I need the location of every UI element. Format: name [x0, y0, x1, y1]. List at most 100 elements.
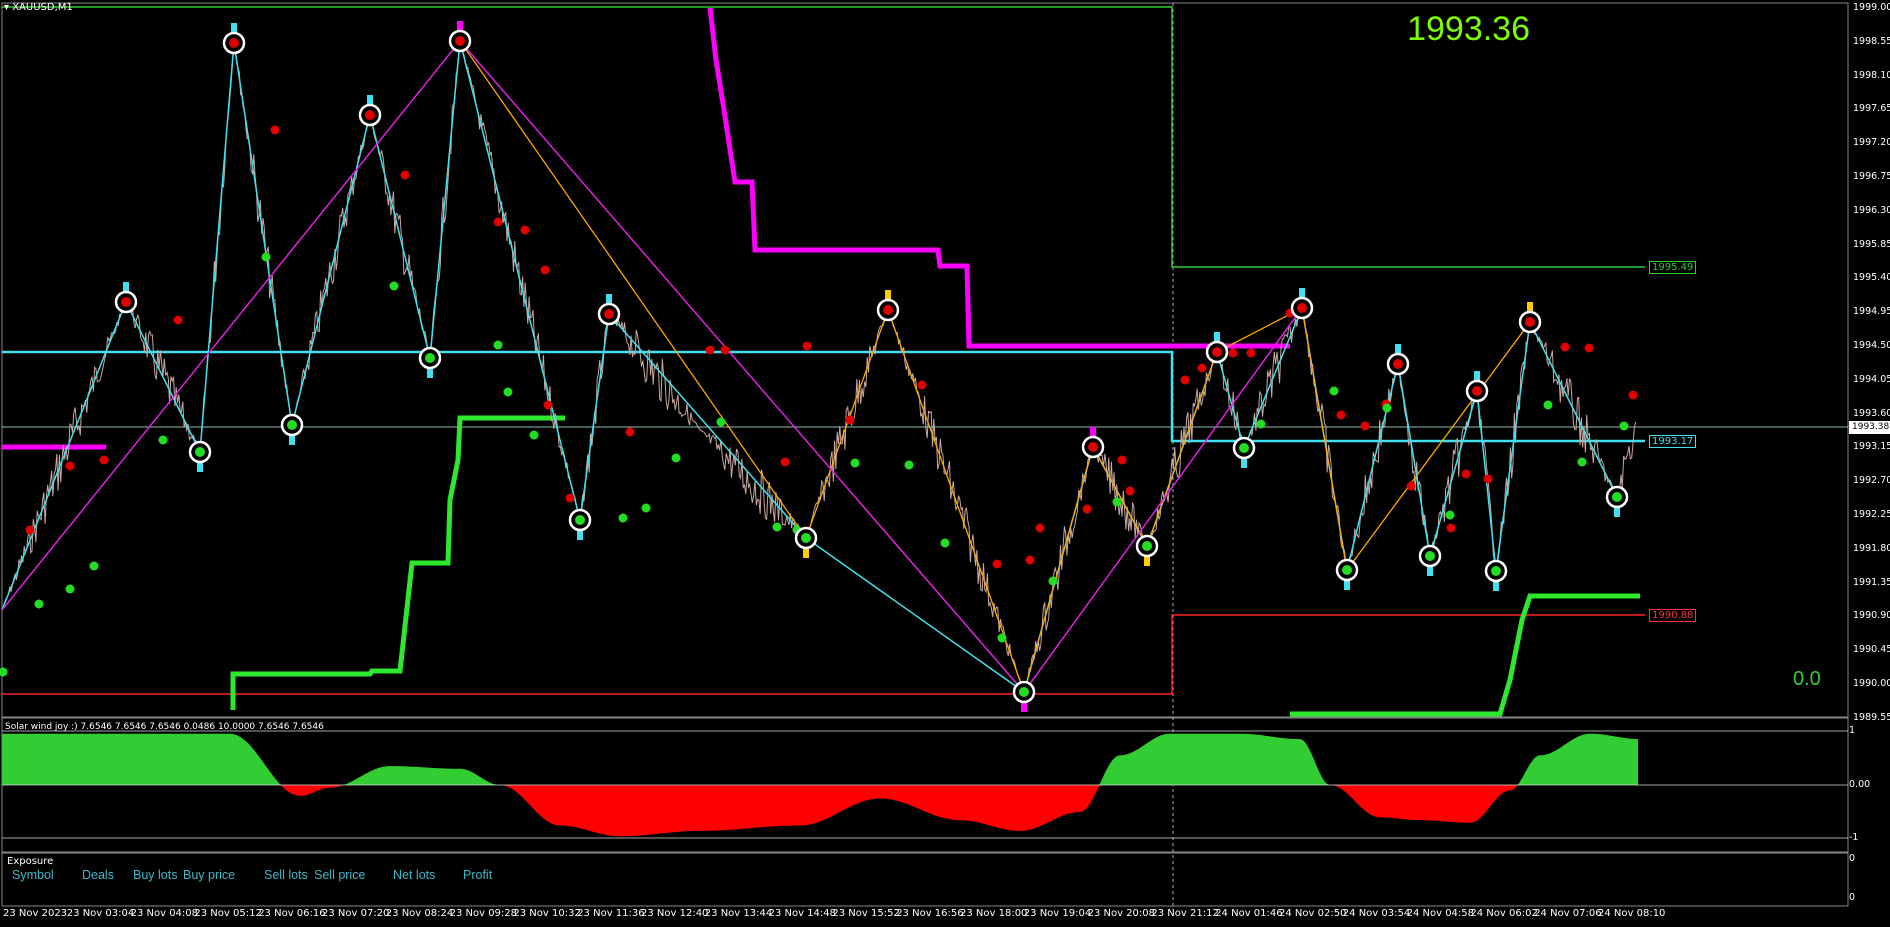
time-axis-label: 23 Nov 20:08: [1087, 908, 1156, 919]
time-axis-label: 24 Nov 04:58: [1406, 908, 1475, 919]
time-axis-label: 23 Nov 08:24: [385, 908, 454, 919]
swing-low-dot: [529, 430, 539, 440]
swing-low-dot: [772, 522, 782, 532]
swing-high-dot: [1082, 504, 1092, 514]
pivot-high-marker: [358, 95, 382, 127]
price-axis-label: 1999.00: [1853, 2, 1890, 13]
price-axis-label: 1993.15: [1853, 441, 1890, 453]
magenta-step-line: [707, 7, 1290, 349]
swing-low-dot: [0, 667, 8, 677]
time-axis-label: 23 Nov 21:12: [1151, 908, 1219, 919]
swing-high-dot: [520, 225, 530, 235]
price-chart[interactable]: [0, 0, 1890, 927]
pivot-low-marker: [418, 346, 442, 378]
swing-low-dot: [1256, 419, 1266, 429]
swing-high-dot: [540, 265, 550, 275]
swing-high-dot: [992, 559, 1002, 569]
swing-low-dot: [850, 458, 860, 468]
pivot-high-marker: [597, 294, 621, 326]
swing-high-dot: [917, 380, 927, 390]
exposure-col-sell-price: Sell price: [314, 868, 366, 882]
pivot-high-marker: [448, 21, 472, 53]
swing-high-dot: [65, 461, 75, 471]
swing-low-dot: [1048, 576, 1058, 586]
swing-high-dot: [173, 315, 183, 325]
price-axis-label: 1994.50: [1853, 340, 1890, 351]
price-axis-label: 1989.55: [1853, 711, 1890, 723]
pivot-low-marker: [1418, 544, 1442, 576]
price-axis-label: 1995.85: [1853, 238, 1890, 250]
swing-high-dot: [1360, 421, 1370, 431]
swing-high-dot: [1336, 410, 1346, 420]
price-axis-label: 1992.25: [1853, 509, 1890, 520]
pivot-high-marker: [1290, 288, 1314, 320]
time-axis-label: 23 Nov 04:08: [130, 908, 199, 919]
main-panel-border: [1, 2, 1849, 718]
swing-high-dot: [1461, 469, 1471, 479]
swing-low-dot: [389, 281, 399, 291]
exposure-axis-bottom: 0: [1849, 892, 1856, 903]
pivot-high-marker: [222, 23, 246, 55]
price-axis-label: 1992.70: [1853, 475, 1890, 487]
swing-high-dot: [25, 525, 35, 535]
pivot-high-marker: [1465, 371, 1489, 403]
price-axis-label: 1990.00: [1853, 678, 1890, 689]
exposure-col-buy-lots: Buy lots: [133, 868, 178, 882]
time-axis-label: 23 Nov 05:12: [194, 908, 262, 919]
swing-high-dot: [565, 493, 575, 503]
price-axis-label: 1995.40: [1853, 272, 1890, 284]
pivot-low-marker: [1232, 436, 1256, 468]
current-price-display: 1993.36: [1407, 10, 1530, 48]
time-axis-label: 23 Nov 15:52: [832, 908, 900, 919]
exposure-col-net-lots: Net lots: [393, 868, 436, 882]
price-axis-label: 1997.20: [1853, 137, 1890, 149]
osc-axis-top: 1: [1849, 725, 1856, 736]
pivot-low-marker: [1012, 680, 1036, 712]
exposure-col-buy-price: Buy price: [183, 868, 236, 882]
swing-high-dot: [1483, 474, 1493, 484]
swing-high-dot: [543, 400, 553, 410]
red-level-tag: 1990.88: [1649, 609, 1697, 622]
swing-high-dot: [1628, 390, 1638, 400]
swing-low-dot: [940, 538, 950, 548]
swing-low-dot: [997, 633, 1007, 643]
pivot-high-marker: [114, 282, 138, 314]
zigzag-cyan: [1, 40, 1618, 694]
oscillator-negative-area: [2, 785, 1638, 837]
price-axis-label: 1993.60: [1853, 407, 1890, 419]
pivot-low-marker: [1335, 558, 1359, 590]
indicator-value-display: 0.0: [1793, 668, 1821, 690]
time-axis-label: 24 Nov 06:02: [1470, 908, 1538, 919]
swing-low-dot: [618, 513, 628, 523]
time-axis-label: 23 Nov 06:16: [258, 908, 326, 919]
pivot-high-marker: [1518, 302, 1542, 334]
time-axis-label: 23 Nov 10:32: [513, 908, 581, 919]
green-level-tag: 1995.49: [1649, 261, 1697, 274]
pivot-low-marker: [1484, 559, 1508, 591]
oscillator-label: Solar wind joy :) 7.6546 7.6546 7.6546 0…: [5, 722, 324, 732]
swing-high-dot: [99, 455, 109, 465]
swing-low-dot: [1329, 386, 1339, 396]
price-axis-label: 1991.80: [1853, 542, 1890, 554]
swing-high-dot: [1560, 342, 1570, 352]
swing-high-dot: [1117, 455, 1127, 465]
exposure-col-deals: Deals: [82, 868, 114, 882]
swing-low-dot: [1445, 510, 1455, 520]
price-axis-label: 1990.90: [1853, 610, 1890, 622]
swing-high-dot: [1025, 555, 1035, 565]
osc-axis-bottom: -1: [1849, 832, 1859, 843]
cyan-level-tag: 1993.17: [1649, 435, 1697, 448]
swing-high-dot: [1125, 486, 1135, 496]
time-axis-label: 23 Nov 12:40: [641, 908, 709, 919]
swing-low-dot: [34, 599, 44, 609]
time-axis-label: 23 Nov 07:20: [322, 908, 390, 919]
swing-low-dot: [671, 453, 681, 463]
time-axis-label: 23 Nov 18:00: [960, 908, 1028, 919]
time-axis-label: 24 Nov 02:50: [1279, 908, 1347, 919]
time-axis-label: 23 Nov 16:56: [896, 908, 964, 919]
swing-high-dot: [1406, 481, 1416, 491]
swing-high-dot: [845, 415, 855, 425]
pivot-high-marker: [1205, 332, 1229, 364]
time-axis-label: 23 Nov 09:28: [449, 908, 518, 919]
swing-high-dot: [400, 170, 410, 180]
